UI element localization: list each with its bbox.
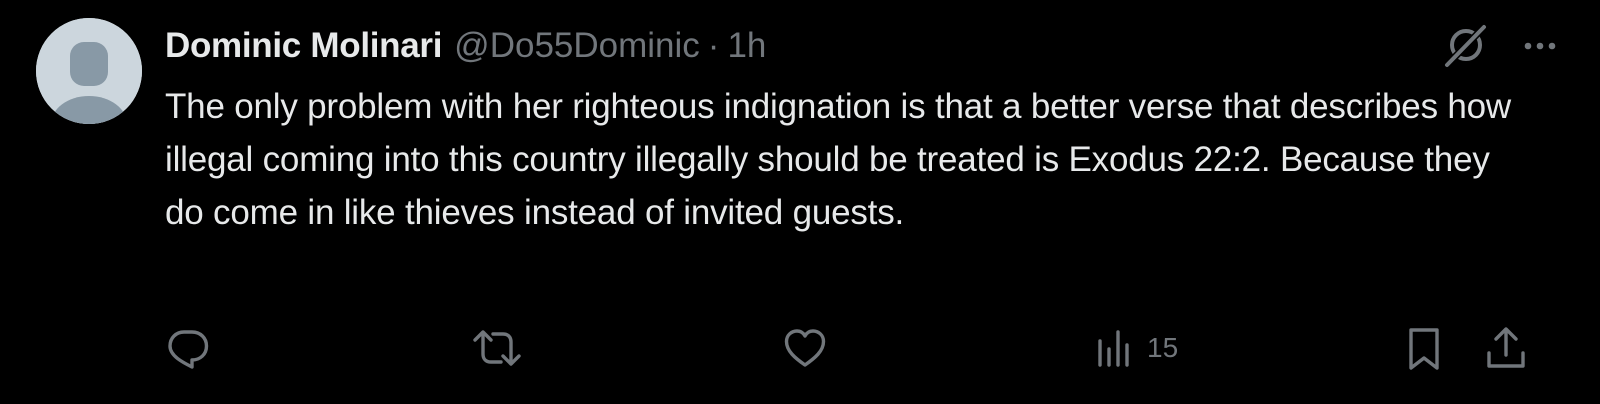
- tweet-actions: 15: [0, 320, 1600, 376]
- separator-dot: ·: [707, 26, 720, 65]
- grok-button[interactable]: [1438, 18, 1494, 74]
- reply-icon: [168, 330, 209, 369]
- repost-icon: [473, 330, 521, 366]
- reply-button[interactable]: [165, 320, 211, 376]
- tweet[interactable]: Dominic Molinari @Do55Dominic · 1h The o…: [0, 0, 1600, 404]
- repost-button[interactable]: [470, 320, 524, 376]
- avatar[interactable]: [36, 18, 142, 124]
- like-icon: [784, 329, 826, 367]
- timestamp[interactable]: 1h: [727, 22, 766, 70]
- more-button[interactable]: [1520, 26, 1560, 66]
- share-icon: [1487, 327, 1525, 368]
- author-handle[interactable]: @Do55Dominic: [454, 22, 700, 70]
- like-button[interactable]: [782, 320, 828, 376]
- grok-icon: [1445, 24, 1487, 67]
- tweet-text: The only problem with her righteous indi…: [165, 87, 1512, 232]
- author-name[interactable]: Dominic Molinari: [165, 22, 442, 70]
- views-button[interactable]: 15: [1093, 320, 1178, 376]
- views-icon: [1098, 330, 1129, 367]
- tweet-header: Dominic Molinari @Do55Dominic · 1h: [165, 22, 766, 70]
- default-avatar-icon: [36, 18, 142, 124]
- bookmark-icon: [1409, 328, 1439, 370]
- bookmark-button[interactable]: [1402, 320, 1446, 376]
- tweet-top-icons: [1438, 22, 1560, 70]
- more-icon: [1524, 42, 1556, 50]
- views-count: 15: [1147, 332, 1179, 363]
- share-button[interactable]: [1482, 320, 1530, 376]
